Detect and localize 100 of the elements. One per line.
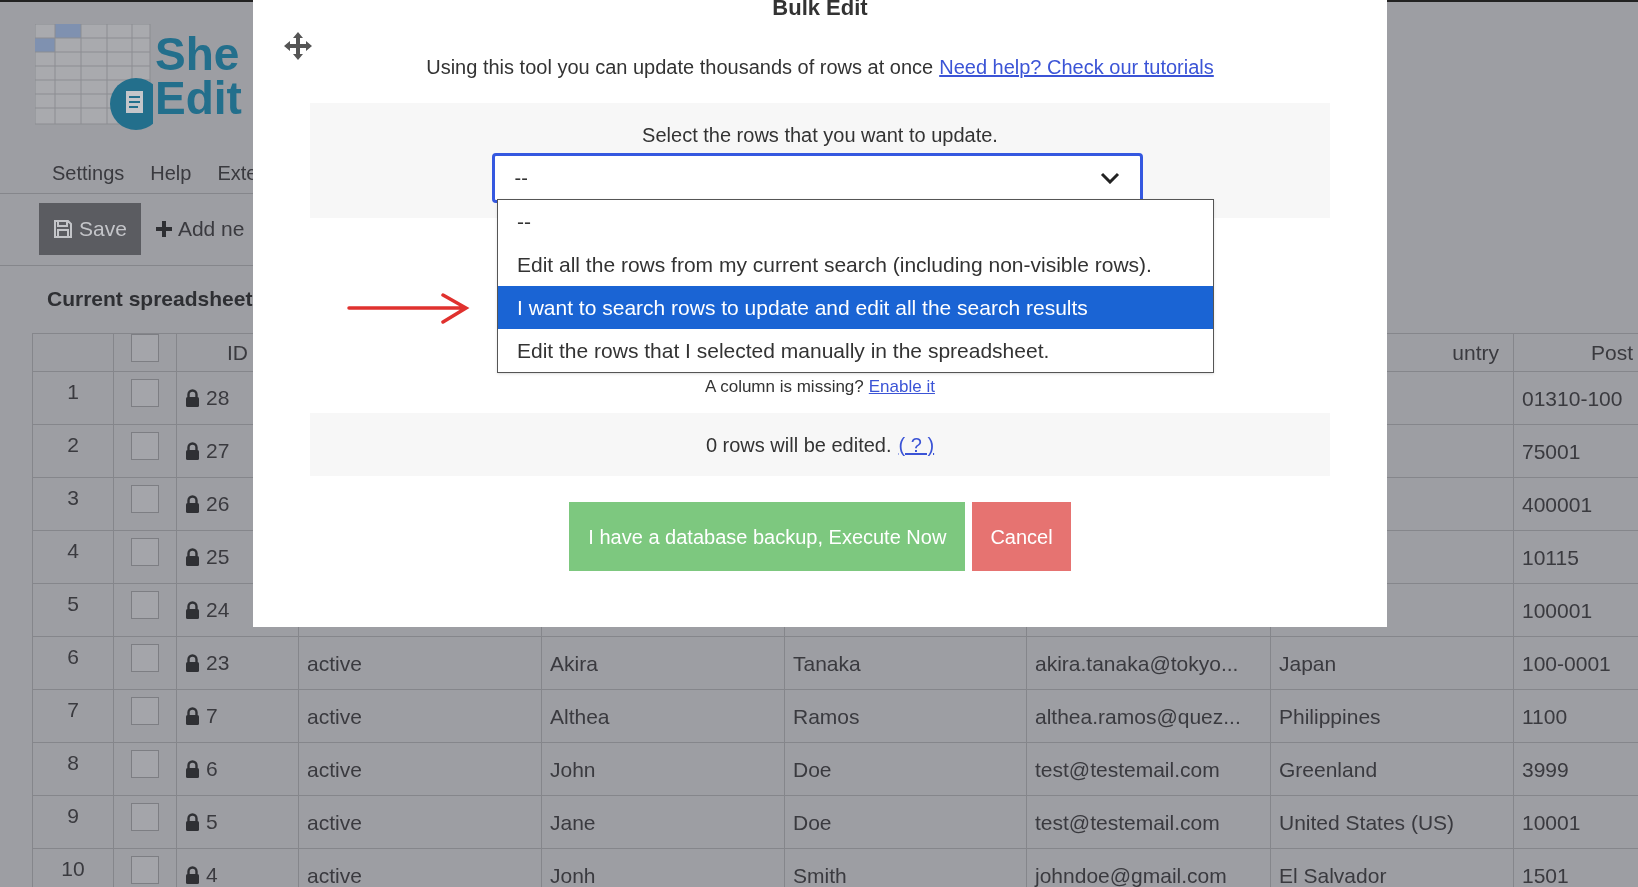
row-checkbox[interactable] [131,856,159,885]
table-cell: 75001 [1522,440,1581,464]
row-checkbox[interactable] [131,379,159,408]
select-label: Select the rows that you want to update. [642,123,998,147]
row-checkbox[interactable] [131,432,159,461]
add-new-button[interactable]: Add ne [154,203,245,255]
table-cell: Greenland [1279,758,1378,782]
plus-icon [154,220,173,238]
lock-icon [185,760,200,779]
table-cell: active [307,652,362,676]
logo-text: Edit [155,76,242,120]
table-cell: active [307,758,362,782]
table-cell: Doe [793,758,832,782]
menu-item[interactable]: Help [150,161,192,193]
table-cell: Ramos [793,705,860,729]
table-cell-text: 27 [206,438,230,465]
column-header: untry [1452,340,1499,364]
table-cell: active [307,811,362,835]
missing-column-note: A column is missing? [705,376,864,398]
row-checkbox[interactable] [131,803,159,832]
table-cell-text: 6 [206,756,218,783]
table-cell: johndoe@gmail.com [1035,864,1227,887]
row-number: 8 [67,750,79,774]
lock-icon [185,813,200,832]
table-cell: 1501 [1522,864,1569,887]
table-cell: test@testemail.com [1035,811,1220,835]
chevron-down-icon [1099,172,1120,184]
row-number: 2 [67,432,79,456]
table-cell: John [550,758,596,782]
table-cell-text: 7 [206,703,218,730]
table-cell: Japan [1279,652,1337,676]
row-checkbox[interactable] [131,334,159,362]
column-header: ID [227,340,248,364]
table-cell: Althea [550,705,610,729]
table-cell-text: 26 [206,491,230,518]
logo-text: She [155,32,240,76]
table-cell: United States (US) [1279,811,1455,835]
column-header: Post [1591,340,1634,364]
row-checkbox[interactable] [131,591,159,620]
save-button[interactable]: Save [39,203,141,255]
row-checkbox[interactable] [131,697,159,726]
table-cell: 100-0001 [1522,652,1611,676]
table-cell: active [307,705,362,729]
table-cell-text: 24 [206,597,230,624]
table-cell-text: 23 [206,650,230,677]
lock-icon [185,389,200,408]
table-cell: test@testemail.com [1035,758,1220,782]
row-number: 9 [67,803,79,827]
lock-icon [185,707,200,726]
lock-icon [185,601,200,620]
table-cell: active [307,864,362,887]
table-cell: 01310-100 [1522,387,1623,411]
table-cell-text: 28 [206,385,230,412]
table-cell: 3999 [1522,758,1569,782]
rows-count-text: 0 rows will be edited. [705,432,892,458]
table-cell-text: 25 [206,544,230,571]
table-cell: 100001 [1522,599,1593,623]
table-cell: Jonh [550,864,596,887]
table-cell: Doe [793,811,832,835]
table-cell: akira.tanaka@tokyo... [1035,652,1239,676]
table-cell: Akira [550,652,598,676]
row-number: 7 [67,697,79,721]
section-heading: Current spreadsheet [47,286,253,312]
row-checkbox[interactable] [131,644,159,673]
table-cell: 10001 [1522,811,1581,835]
help-link[interactable]: Need help? Check our tutorials [939,52,1214,103]
row-checkbox[interactable] [131,750,159,779]
row-number: 5 [67,591,79,615]
table-cell: El Salvador [1279,864,1387,887]
table-cell: althea.ramos@quez... [1035,705,1241,729]
dropdown-option[interactable]: I want to search rows to update and edit all the search results [498,286,1213,329]
table-cell: Philippines [1279,705,1381,729]
enable-link[interactable]: Enable it [868,374,935,413]
menu-item[interactable]: Settings [52,161,125,193]
row-number: 3 [67,485,79,509]
table-cell-text: 5 [206,809,218,836]
table-cell-text: 4 [206,862,218,887]
table-cell: 400001 [1522,493,1593,517]
table-cell: 10115 [1522,546,1579,570]
table-cell: Tanaka [793,652,861,676]
lock-icon [185,548,200,567]
row-checkbox[interactable] [131,538,159,567]
row-checkbox[interactable] [131,485,159,514]
lock-icon [185,654,200,673]
row-number: 1 [67,379,79,403]
dropdown-option[interactable]: Edit all the rows from my current search (including non-visible rows). [498,243,1213,286]
help-link[interactable]: ( ? ) [898,429,935,460]
table-cell: 1100 [1522,705,1568,729]
row-number: 4 [67,538,79,562]
lock-icon [185,866,200,885]
table-cell: Jane [550,811,596,835]
row-number: 6 [67,644,79,668]
dropdown-option[interactable]: Edit the rows that I selected manually in the spreadsheet. [498,329,1213,372]
cancel-button[interactable]: Cancel [972,502,1071,571]
lock-icon [185,495,200,514]
row-number: 10 [61,856,85,880]
lock-icon [185,442,200,461]
rows-select[interactable]: -- [491,153,1143,203]
move-icon[interactable] [283,31,313,61]
dropdown-option[interactable]: -- [498,200,1213,243]
